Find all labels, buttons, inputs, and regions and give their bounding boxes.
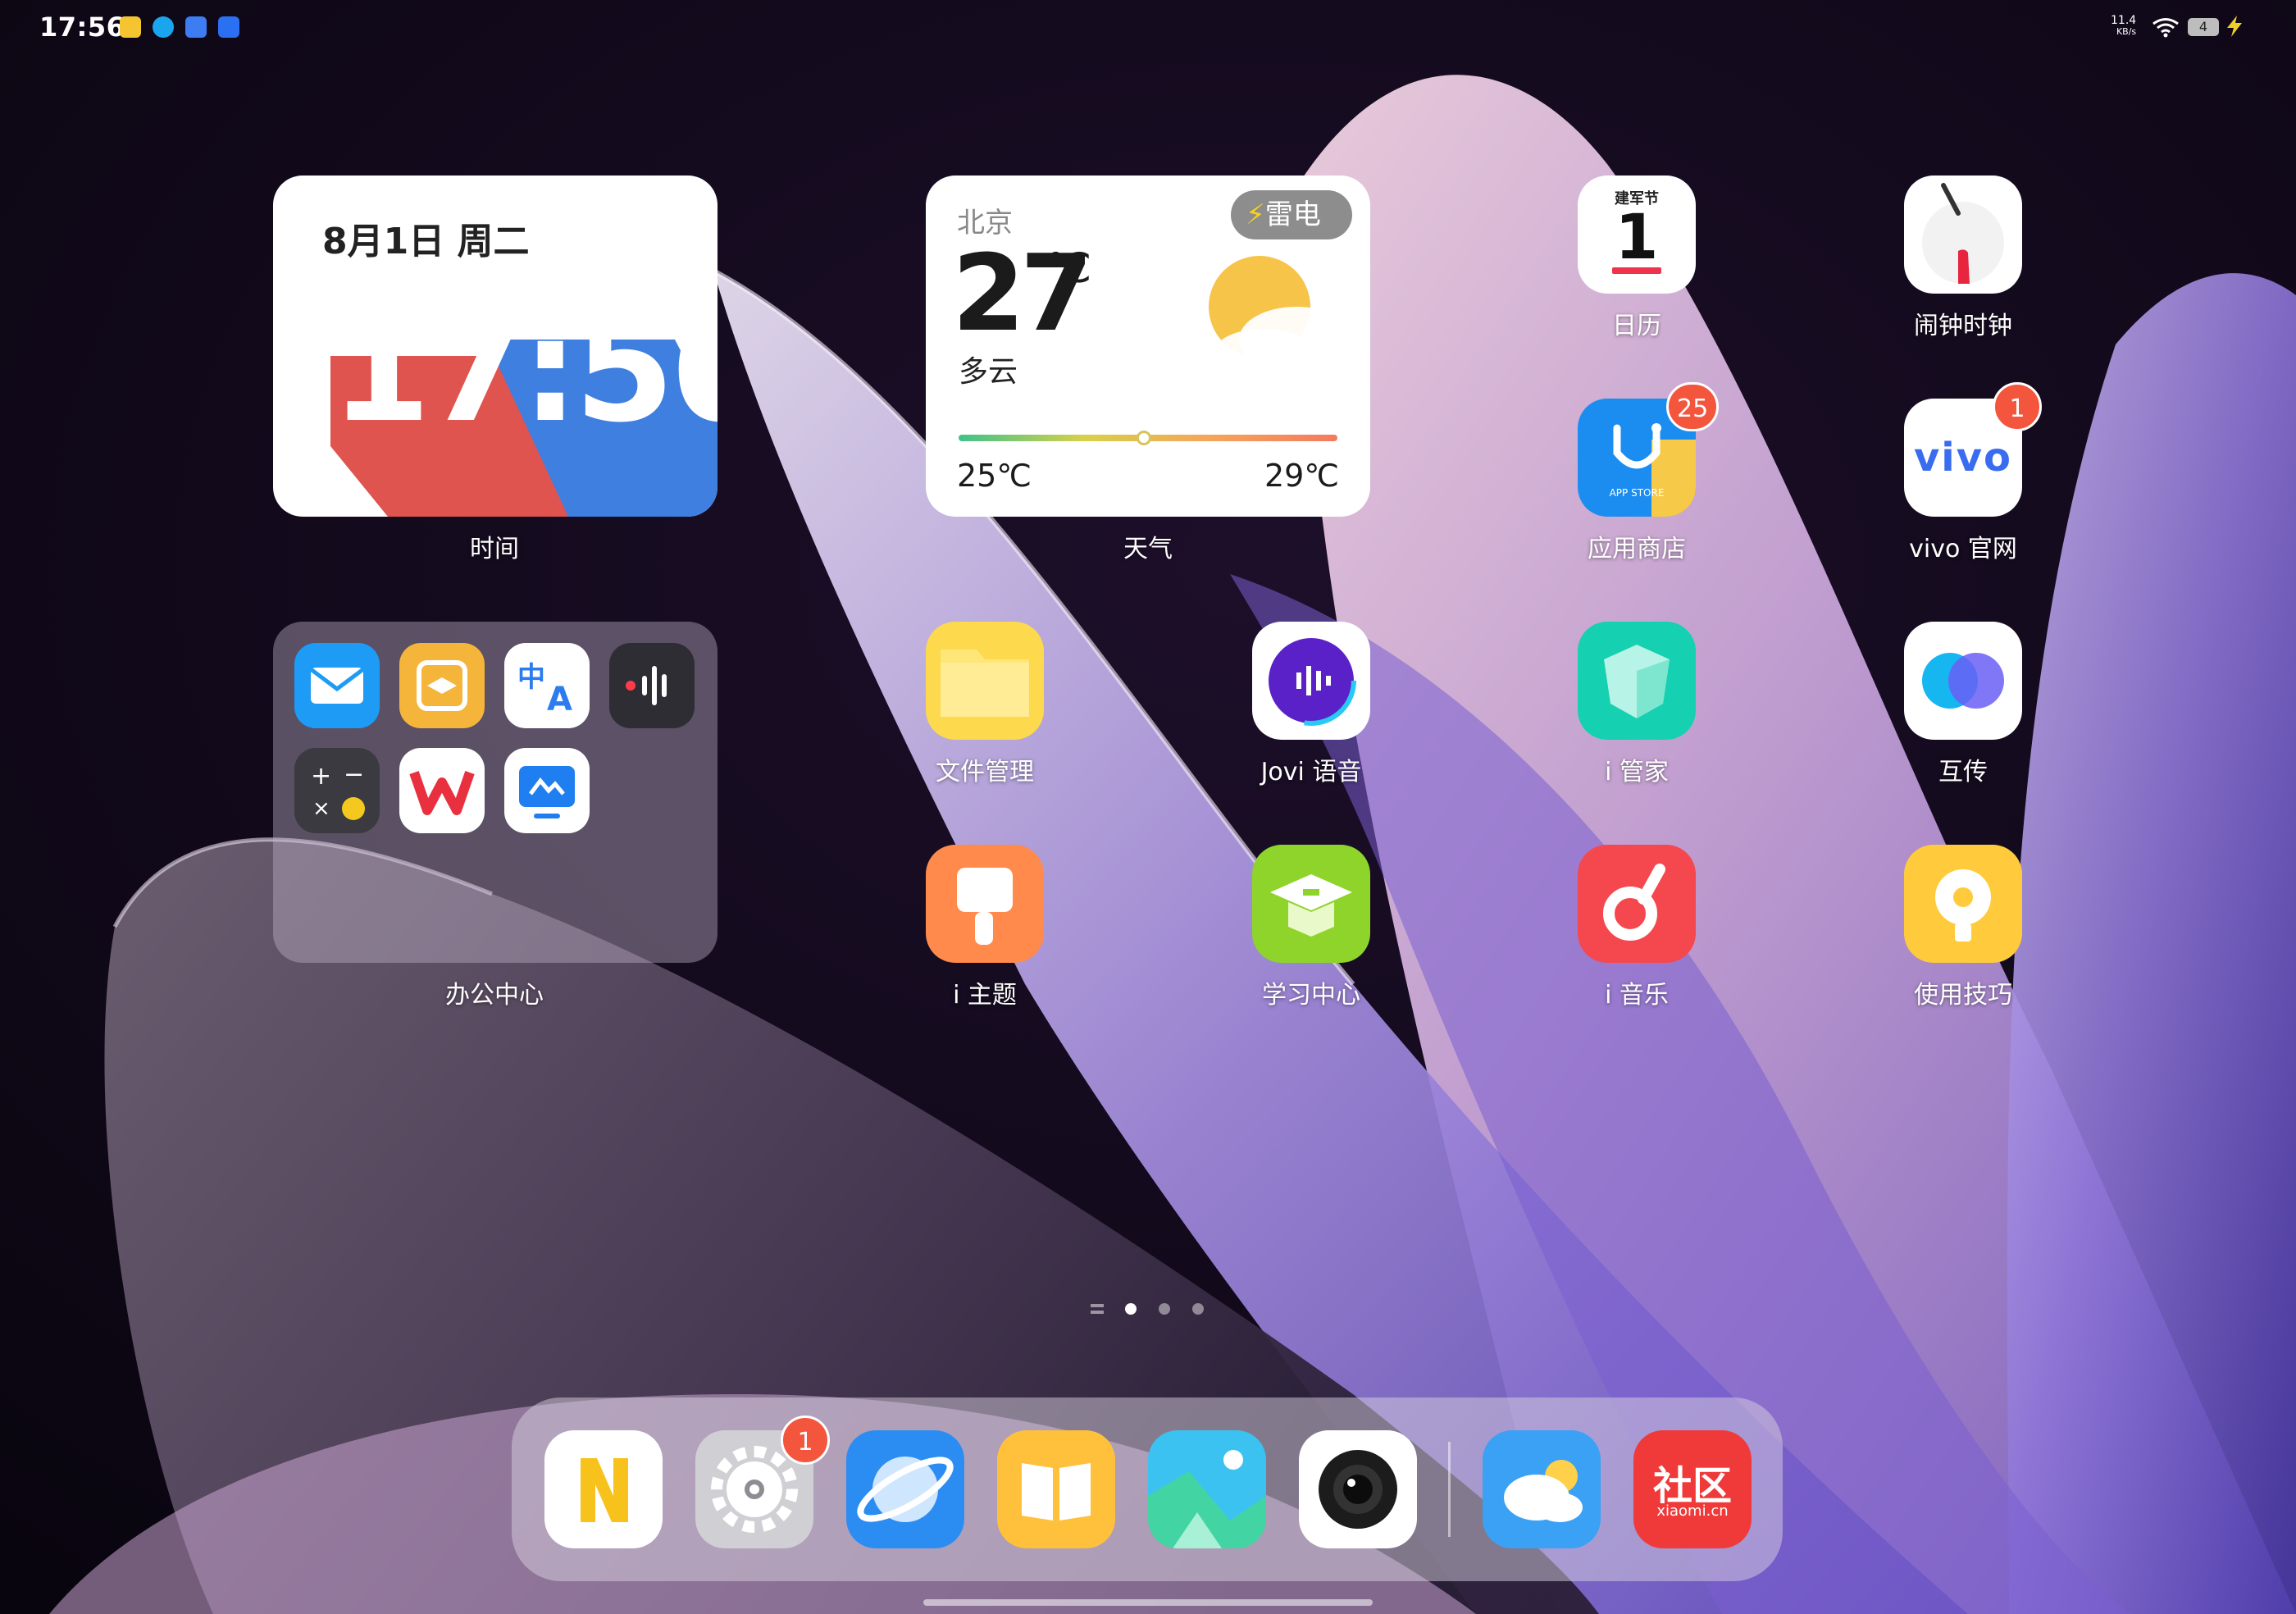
i-music-label: i 音乐	[1605, 981, 1669, 1010]
net-speed-value: 11.4	[2111, 14, 2137, 27]
current-temperature-marker	[1137, 431, 1152, 445]
alarm-clock-icon	[1922, 183, 2004, 284]
paintbrush-icon	[926, 845, 1044, 963]
translate-glyph-a: A	[547, 681, 572, 718]
i-theme-label: i 主题	[953, 981, 1017, 1010]
weather-condition: 多云	[959, 355, 1018, 389]
net-speed: 11.4 KB/s	[2111, 15, 2136, 38]
wps-icon[interactable]	[399, 748, 485, 833]
community-sub: xiaomi.cn	[1656, 1502, 1729, 1520]
calendar-app-icon[interactable]: 建军节 1	[1578, 176, 1696, 294]
app-store-inner-text: APP STORE	[1609, 487, 1665, 499]
i-manager-label: i 管家	[1605, 758, 1669, 786]
weather-widget-label: 天气	[1123, 535, 1173, 563]
page-indicator-menu-icon-line	[1091, 1311, 1104, 1314]
settings-badge: 1	[781, 1416, 830, 1465]
i-music-app-icon[interactable]	[1578, 845, 1696, 963]
graduation-cap-icon	[1252, 845, 1370, 963]
xiaomi-community-icon[interactable]: 社区 xiaomi.cn	[1633, 1430, 1752, 1548]
weather-unit: ℃	[1046, 244, 1092, 292]
status-time: 17:56	[39, 11, 125, 43]
svg-text:+: +	[311, 762, 331, 791]
easy-share-app-icon[interactable]	[1904, 622, 2022, 740]
baidu-netdisk-icon	[185, 16, 207, 38]
folder-icon	[926, 622, 1044, 740]
alarm-clock-label: 闹钟时钟	[1914, 312, 2012, 340]
calendar-underline	[1612, 267, 1661, 274]
vivo-official-label: vivo 官网	[1909, 535, 2017, 563]
battery-icon: 4	[2188, 18, 2219, 36]
page-dot-current[interactable]	[1125, 1303, 1137, 1315]
weather-icon[interactable]	[1483, 1430, 1601, 1548]
tips-app-icon[interactable]	[1904, 845, 2022, 963]
clock-widget[interactable]: 8月1日 周二 17:56	[273, 176, 718, 517]
file-manager-label: 文件管理	[936, 758, 1034, 786]
net-speed-unit: KB/s	[2116, 26, 2137, 37]
study-center-label: 学习中心	[1262, 981, 1360, 1010]
kids-app-icon	[120, 16, 141, 38]
translate-glyph-zh: 中	[517, 661, 545, 694]
easy-share-label: 互传	[1938, 758, 1988, 786]
svg-text:−: −	[344, 760, 364, 789]
svg-text:×: ×	[312, 796, 330, 821]
office-folder-label: 办公中心	[445, 981, 544, 1010]
vivo-logo: vivo	[1913, 435, 2012, 481]
books-icon[interactable]	[997, 1430, 1115, 1548]
page-indicator-menu-icon[interactable]	[1091, 1304, 1104, 1307]
shield-icon	[1578, 622, 1696, 740]
scanner-icon[interactable]	[399, 643, 485, 728]
translate-icon[interactable]: 中 A	[504, 643, 590, 728]
file-manager-app-icon[interactable]	[926, 622, 1044, 740]
study-center-app-icon[interactable]	[1252, 845, 1370, 963]
page-dot[interactable]	[1192, 1303, 1204, 1315]
dock-divider	[1448, 1442, 1451, 1537]
gallery-icon[interactable]	[1148, 1430, 1266, 1548]
home-indicator[interactable]	[923, 1599, 1373, 1606]
weather-high: 29℃	[1264, 458, 1339, 494]
i-theme-app-icon[interactable]	[926, 845, 1044, 963]
easy-share-icon	[1922, 653, 2004, 709]
jovi-voice-app-icon[interactable]	[1252, 622, 1370, 740]
feishu-icon	[218, 16, 239, 38]
i-manager-app-icon[interactable]	[1578, 622, 1696, 740]
calculator-icon[interactable]: + − ×	[294, 748, 380, 833]
lightbulb-icon	[1904, 845, 2022, 963]
qq-icon	[153, 16, 174, 38]
remote-desktop-icon[interactable]	[504, 748, 590, 833]
weather-alert: ⚡雷电	[1231, 190, 1352, 239]
camera-icon[interactable]	[1299, 1430, 1417, 1548]
tips-label: 使用技巧	[1914, 981, 2012, 1010]
browser-icon[interactable]	[846, 1430, 964, 1548]
page-dot[interactable]	[1159, 1303, 1170, 1315]
weather-alert-text: 雷电	[1264, 198, 1321, 231]
mail-icon[interactable]	[294, 643, 380, 728]
weather-low: 25℃	[957, 458, 1032, 494]
weather-widget[interactable]: 北京 ⚡雷电 27 ℃ 多云 25℃ 29℃	[926, 176, 1370, 517]
vivo-official-badge: 1	[1993, 382, 2042, 431]
calendar-day: 1	[1615, 200, 1659, 273]
app-store-label: 应用商店	[1588, 535, 1686, 563]
app-store-badge: 25	[1666, 382, 1720, 431]
jovi-voice-icon	[1266, 636, 1356, 726]
notes-icon[interactable]	[544, 1430, 663, 1548]
partly-cloudy-icon	[1209, 256, 1354, 375]
music-note-icon	[1578, 845, 1696, 963]
clock-date: 8月1日 周二	[322, 221, 530, 262]
office-folder[interactable]: 中 A + − ×	[273, 622, 718, 963]
jovi-voice-label: Jovi 语音	[1260, 758, 1362, 786]
charging-icon	[2227, 16, 2242, 37]
wifi-icon	[2152, 18, 2179, 38]
clock-widget-label: 时间	[470, 535, 519, 563]
clock-time: 17:56	[330, 286, 718, 454]
calendar-label: 日历	[1612, 312, 1661, 340]
lightning-icon: ⚡	[1246, 198, 1265, 231]
alarm-clock-app-icon[interactable]	[1904, 176, 2022, 294]
voice-recorder-icon[interactable]	[609, 643, 695, 728]
